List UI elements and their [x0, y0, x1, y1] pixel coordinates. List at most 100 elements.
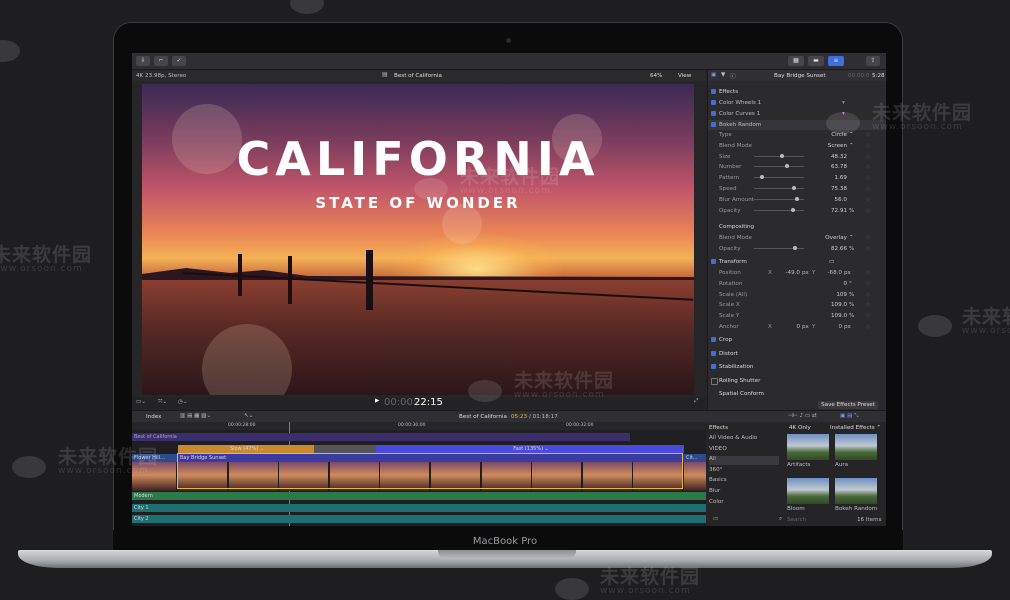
param-row[interactable]: Opacity 82.66% ◇: [708, 244, 886, 254]
effect-category[interactable]: VIDEO: [709, 446, 779, 455]
import-icon[interactable]: ⇩: [136, 56, 150, 66]
effect-thumbnail[interactable]: [835, 478, 877, 504]
effect-thumbnail[interactable]: [787, 478, 829, 504]
keyframe-icon[interactable]: ◇: [866, 279, 870, 289]
browser-view-icon[interactable]: ▭: [713, 516, 718, 522]
fullscreen-icon[interactable]: ⤢: [694, 398, 698, 405]
edit-tools-icon[interactable]: ▥ ▤ ▦ ▧⌄: [180, 413, 211, 419]
param-slider[interactable]: [754, 245, 804, 250]
audio-track[interactable]: City 2: [132, 515, 706, 523]
param-value[interactable]: 109.0: [817, 311, 847, 321]
slider-knob[interactable]: [793, 245, 798, 250]
browser-toggle-icon[interactable]: ▣ ▤ ⤡: [840, 413, 859, 420]
param-value[interactable]: 109.0: [817, 300, 847, 310]
x-value[interactable]: -49.0: [776, 268, 800, 278]
library-icon[interactable]: ▦: [788, 56, 804, 66]
effect-category[interactable]: Blur: [709, 488, 779, 497]
keyword-icon[interactable]: ⌐: [154, 56, 168, 66]
effect-category[interactable]: Color: [709, 499, 779, 508]
video-viewer[interactable]: CALIFORNIA STATE OF WONDER: [142, 84, 694, 395]
param-row[interactable]: Blend Mode Overlay ⌃ ◇: [708, 233, 886, 243]
view-menu[interactable]: View: [678, 73, 691, 79]
keyframe-icon[interactable]: ◇: [866, 173, 870, 183]
timeline-icon[interactable]: ▬: [808, 56, 824, 66]
slider-knob[interactable]: [780, 153, 785, 158]
param-row[interactable]: Blur Amount 56.0 ◇: [708, 195, 886, 205]
keyframe-icon[interactable]: ◇: [866, 130, 870, 140]
inspector-section[interactable]: Spatial Conform: [708, 389, 886, 399]
checkbox-icon[interactable]: [711, 364, 716, 369]
speed-icon[interactable]: ◷⌄: [178, 399, 188, 405]
param-value[interactable]: 1.69: [817, 173, 847, 183]
keyframe-icon[interactable]: ◇: [866, 206, 870, 216]
param-row[interactable]: Size 48.32 ◇: [708, 152, 886, 162]
installed-effects-menu[interactable]: Installed Effects ⌃: [830, 425, 881, 431]
transform-onscreen-icon[interactable]: ▭: [829, 257, 834, 267]
slider-knob[interactable]: [791, 207, 796, 212]
inspector-icon[interactable]: ≡: [828, 56, 844, 66]
keyframe-icon[interactable]: ◇: [866, 195, 870, 205]
effects-section[interactable]: Effects: [708, 87, 886, 97]
effect-item[interactable]: Color Curves 1 ▾: [708, 109, 886, 119]
x-value[interactable]: 0: [776, 322, 800, 332]
checkbox-icon[interactable]: [711, 89, 716, 94]
y-value[interactable]: 0: [818, 322, 842, 332]
speed-fast-bar[interactable]: Fast (135%) ⌄: [376, 445, 684, 453]
speed-normal-bar[interactable]: [314, 445, 376, 453]
speed-slow-bar[interactable]: Slow (47%) ⌄: [178, 445, 314, 453]
param-value[interactable]: 0: [817, 279, 847, 289]
filter-icon[interactable]: ▼: [721, 72, 725, 78]
param-row[interactable]: Scale X 109.0% ◇: [708, 300, 886, 310]
checkbox-icon[interactable]: [711, 100, 716, 105]
keyframe-icon[interactable]: ◇: [866, 311, 870, 321]
keyframe-icon[interactable]: ◇: [866, 268, 870, 278]
param-row[interactable]: Position X -49.0 px Y -68.0 px ◇: [708, 268, 886, 278]
param-row[interactable]: Scale Y 109.0% ◇: [708, 311, 886, 321]
slider-knob[interactable]: [794, 196, 799, 201]
param-row[interactable]: Opacity 72.91% ◇: [708, 206, 886, 216]
keyframe-icon[interactable]: ◇: [866, 233, 870, 243]
keyframe-icon[interactable]: ◇: [866, 290, 870, 300]
param-slider[interactable]: [754, 153, 804, 158]
param-row[interactable]: Rotation 0 ° ◇: [708, 279, 886, 289]
param-row[interactable]: Scale (All) 109% ◇: [708, 290, 886, 300]
checkbox-icon[interactable]: [711, 259, 716, 264]
transform-tools-icon[interactable]: ⤧⌄: [158, 399, 167, 406]
keyframe-icon[interactable]: ◇: [866, 300, 870, 310]
inspector-section[interactable]: Crop: [708, 335, 886, 345]
param-slider[interactable]: [754, 196, 804, 201]
audio-controls-icon[interactable]: ⊣⊢ ♪ ▭ ⇄: [788, 413, 817, 419]
param-value[interactable]: 82.66: [817, 244, 847, 254]
param-row[interactable]: Speed 75.38 ◇: [708, 184, 886, 194]
checkbox-icon[interactable]: [711, 122, 716, 127]
inspector-section[interactable]: Distort: [708, 349, 886, 359]
save-effects-preset-button[interactable]: Save Effects Preset: [818, 401, 878, 409]
effect-category[interactable]: All: [709, 456, 779, 466]
param-value[interactable]: 109: [817, 290, 847, 300]
video-inspector-icon[interactable]: ▣: [711, 72, 716, 78]
inspector-section[interactable]: Stabilization: [708, 362, 886, 372]
audio-track[interactable]: Modern: [132, 492, 706, 500]
effect-category[interactable]: 360°: [709, 467, 779, 476]
clip-selection[interactable]: [177, 453, 683, 489]
param-row[interactable]: Blend Mode Screen ⌃ ◇: [708, 141, 886, 151]
param-slider[interactable]: [754, 186, 804, 190]
checkbox-icon[interactable]: [711, 377, 718, 385]
param-value[interactable]: Screen: [817, 141, 847, 151]
param-value[interactable]: 56.0: [817, 195, 847, 205]
param-row[interactable]: Pattern 1.69 ◇: [708, 173, 886, 183]
effect-category[interactable]: Basics: [709, 477, 779, 486]
info-icon[interactable]: ⓘ: [730, 72, 736, 80]
share-icon[interactable]: ⇪: [866, 56, 880, 66]
audio-track[interactable]: City 1: [132, 503, 706, 512]
transform-section[interactable]: Transform ▭: [708, 257, 886, 267]
keyframe-icon[interactable]: ◇: [866, 141, 870, 151]
index-button[interactable]: Index: [146, 414, 161, 420]
viewer-options-icon[interactable]: ▭⌄: [136, 399, 146, 405]
project-track[interactable]: Best of California: [132, 433, 630, 441]
select-tool-icon[interactable]: ↖⌄: [244, 413, 253, 419]
effect-category[interactable]: All Video & Audio: [709, 435, 779, 444]
filter-4k-only[interactable]: 4K Only: [789, 425, 811, 431]
keyframe-icon[interactable]: ◇: [866, 244, 870, 254]
slider-knob[interactable]: [785, 164, 790, 169]
